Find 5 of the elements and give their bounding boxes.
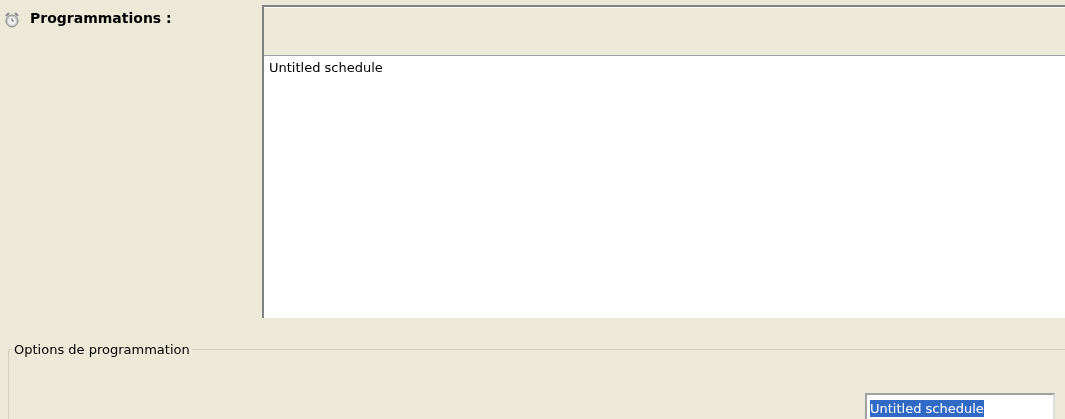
options-legend: Options de programmation	[12, 342, 192, 357]
alarm-clock-icon	[4, 12, 20, 28]
schedule-item[interactable]: Untitled schedule	[266, 59, 386, 76]
schedules-label: Programmations :	[30, 10, 172, 26]
schedule-name-field[interactable]: Untitled schedule	[865, 393, 1055, 419]
